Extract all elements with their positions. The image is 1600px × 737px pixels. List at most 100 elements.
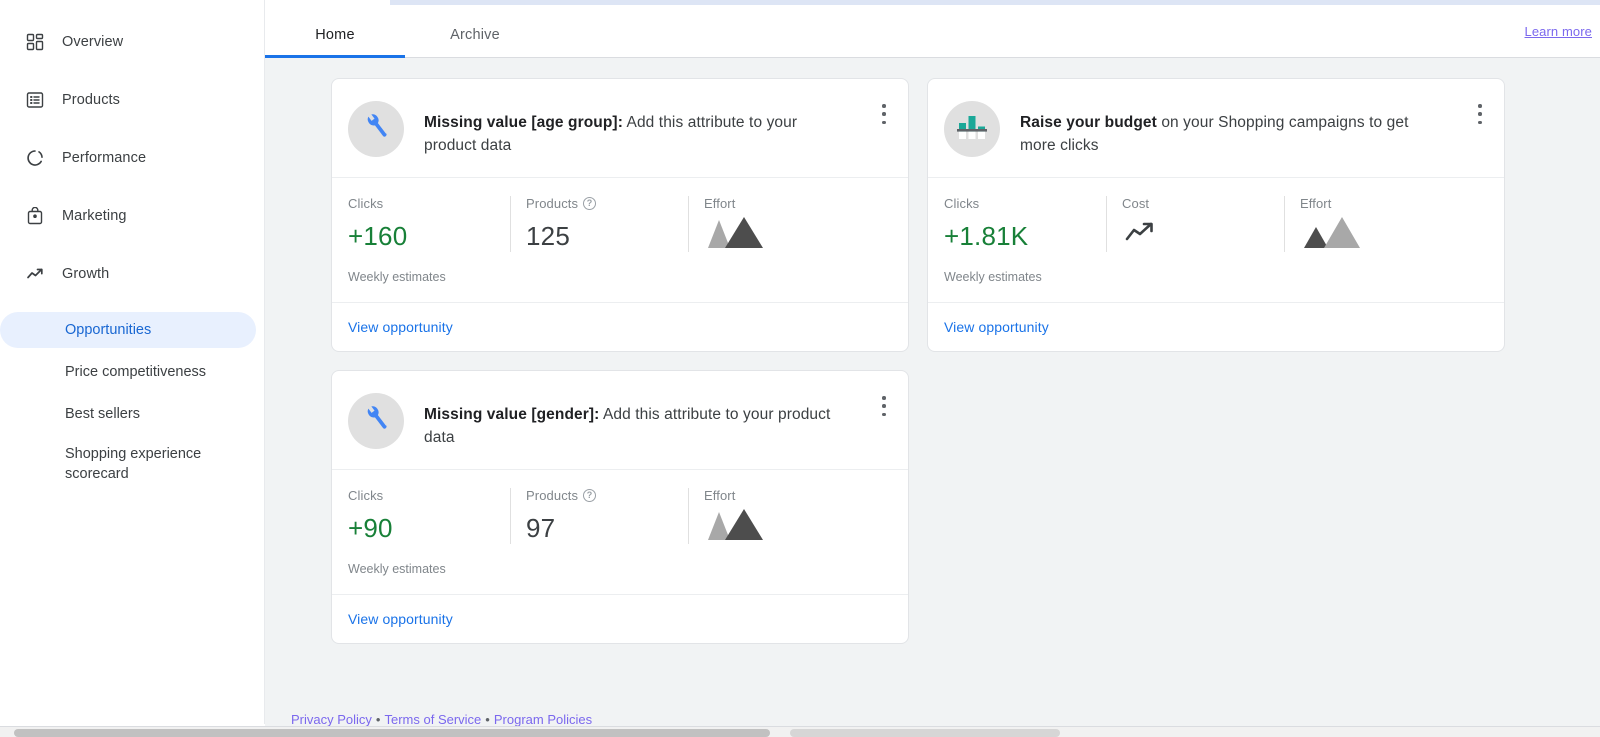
metric-clicks: Clicks +160 xyxy=(332,194,510,254)
metric-label-text: Clicks xyxy=(348,487,384,503)
metric-label-text: Products xyxy=(526,487,579,503)
tabs-group: Home Archive xyxy=(265,0,545,58)
metric-effort: Effort xyxy=(1284,194,1462,254)
metric-label: Effort xyxy=(704,194,842,212)
more-vert-icon[interactable] xyxy=(874,393,894,419)
card-header: Raise your budget on your Shopping campa… xyxy=(928,79,1504,178)
more-vert-icon[interactable] xyxy=(1470,101,1490,127)
sidebar-item-label: Growth xyxy=(62,266,110,282)
metric-label-text: Effort xyxy=(704,487,736,503)
card-metrics: Clicks +1.81K Cost Effort xyxy=(928,178,1504,266)
tab-home[interactable]: Home xyxy=(265,27,405,58)
sidebar-item-best-sellers[interactable]: Best sellers xyxy=(9,396,255,432)
effort-high-icon xyxy=(706,216,766,257)
help-circle-icon[interactable]: ? xyxy=(583,488,597,502)
metric-value xyxy=(1300,216,1438,257)
footer-separator: • xyxy=(485,712,490,727)
footer-link-program-policies[interactable]: Program Policies xyxy=(494,712,592,727)
tab-archive[interactable]: Archive xyxy=(405,27,545,57)
sidebar-item-marketing[interactable]: Marketing xyxy=(0,196,264,236)
metric-value xyxy=(704,216,842,257)
opportunities-content: Missing value [age group]: Add this attr… xyxy=(265,58,1600,678)
metric-label: Cost xyxy=(1122,194,1260,212)
metric-value xyxy=(1122,218,1260,254)
help-circle-icon[interactable]: ? xyxy=(583,196,597,210)
dashboard-icon xyxy=(24,31,46,53)
metric-label: Clicks xyxy=(944,194,1082,212)
card-avatar xyxy=(348,101,404,157)
metric-effort: Effort xyxy=(688,194,866,254)
metric-clicks: Clicks +1.81K xyxy=(928,194,1106,254)
card-title-bold: Missing value [age group]: xyxy=(424,114,623,131)
metric-label-text: Effort xyxy=(1300,195,1332,211)
sidebar-item-performance[interactable]: Performance xyxy=(0,138,264,178)
metric-products: Products ? 97 xyxy=(510,486,688,546)
metric-value: +1.81K xyxy=(944,220,1029,251)
card-header: Missing value [age group]: Add this attr… xyxy=(332,79,908,178)
more-vert-icon[interactable] xyxy=(874,101,894,127)
metric-label-text: Clicks xyxy=(944,195,980,211)
card-avatar xyxy=(348,393,404,449)
metric-label: Effort xyxy=(1300,194,1438,212)
sidebar-item-label: Performance xyxy=(62,150,147,166)
card-title-bold: Missing value [gender]: xyxy=(424,406,600,423)
metric-effort: Effort xyxy=(688,486,866,546)
metric-label-text: Products xyxy=(526,195,579,211)
top-highlight-strip xyxy=(390,0,1600,5)
footer-link-privacy-policy[interactable]: Privacy Policy xyxy=(291,712,372,727)
card-footnote: Weekly estimates xyxy=(348,562,446,576)
footer-link-terms-of-service[interactable]: Terms of Service xyxy=(384,712,481,727)
sidebar-item-products[interactable]: Products xyxy=(0,80,264,120)
card-title: Missing value [gender]: Add this attribu… xyxy=(424,391,890,449)
sidebar-subitem-label: Price competitiveness xyxy=(65,364,207,380)
sidebar-item-label: Overview xyxy=(62,34,124,50)
card-metrics: Clicks +90 Products ? 97 Effort xyxy=(332,470,908,558)
tab-label: Archive xyxy=(450,27,500,43)
learn-more-link[interactable]: Learn more xyxy=(1525,24,1592,39)
sidebar-subitem-label: Best sellers xyxy=(65,406,140,422)
card-footnote: Weekly estimates xyxy=(348,270,446,284)
tab-bar: Home Archive Learn more xyxy=(265,0,1600,58)
sidebar-item-price-competitiveness[interactable]: Price competitiveness xyxy=(9,354,255,390)
main-content: Home Archive Learn more Missing value [a… xyxy=(265,0,1600,737)
shopping-bag-icon xyxy=(24,205,46,227)
metric-clicks: Clicks +90 xyxy=(332,486,510,546)
sidebar-item-shopping-experience-scorecard[interactable]: Shopping experience scorecard xyxy=(9,438,255,490)
sidebar-item-growth[interactable]: Growth xyxy=(0,254,264,294)
footer-separator: • xyxy=(375,712,381,727)
effort-low-icon xyxy=(1302,216,1362,257)
metric-label-text: Effort xyxy=(704,195,736,211)
metric-label: Products ? xyxy=(526,194,664,212)
view-opportunity-button[interactable]: View opportunity xyxy=(332,302,908,351)
metric-label: Clicks xyxy=(348,194,486,212)
effort-high-icon xyxy=(706,508,766,549)
application-root: Overview Products Performance Marketing … xyxy=(0,0,1600,737)
metric-value: +90 xyxy=(348,512,393,543)
view-opportunity-button[interactable]: View opportunity xyxy=(928,302,1504,351)
footer-links: Privacy Policy • Terms of Service • Program … xyxy=(265,712,1600,727)
metric-value: +160 xyxy=(348,220,408,251)
wrench-icon xyxy=(361,112,391,147)
metric-label-text: Clicks xyxy=(348,195,384,211)
sidebar: Overview Products Performance Marketing … xyxy=(0,0,265,737)
card-footnote: Weekly estimates xyxy=(944,270,1042,284)
opportunity-card: Missing value [age group]: Add this attr… xyxy=(331,78,909,352)
list-box-icon xyxy=(24,89,46,111)
donut-chart-icon xyxy=(24,147,46,169)
sidebar-item-overview[interactable]: Overview xyxy=(0,22,264,62)
metric-label: Clicks xyxy=(348,486,486,504)
opportunity-card-grid: Missing value [age group]: Add this attr… xyxy=(331,78,1571,644)
metric-value: 97 xyxy=(526,512,556,543)
scrollbar-thumb-secondary[interactable] xyxy=(790,729,1060,737)
view-opportunity-button[interactable]: View opportunity xyxy=(332,594,908,643)
horizontal-scrollbar[interactable] xyxy=(0,726,1600,737)
card-title-bold: Raise your budget xyxy=(1020,114,1157,131)
metric-cost: Cost xyxy=(1106,194,1284,254)
sidebar-subitem-label: Opportunities xyxy=(65,322,152,338)
opportunity-card: Missing value [gender]: Add this attribu… xyxy=(331,370,909,644)
sidebar-item-opportunities[interactable]: Opportunities xyxy=(0,312,256,348)
bar-chart-icon xyxy=(955,112,989,147)
card-avatar xyxy=(944,101,1000,157)
metric-label-text: Cost xyxy=(1122,195,1150,211)
scrollbar-thumb[interactable] xyxy=(14,729,770,737)
